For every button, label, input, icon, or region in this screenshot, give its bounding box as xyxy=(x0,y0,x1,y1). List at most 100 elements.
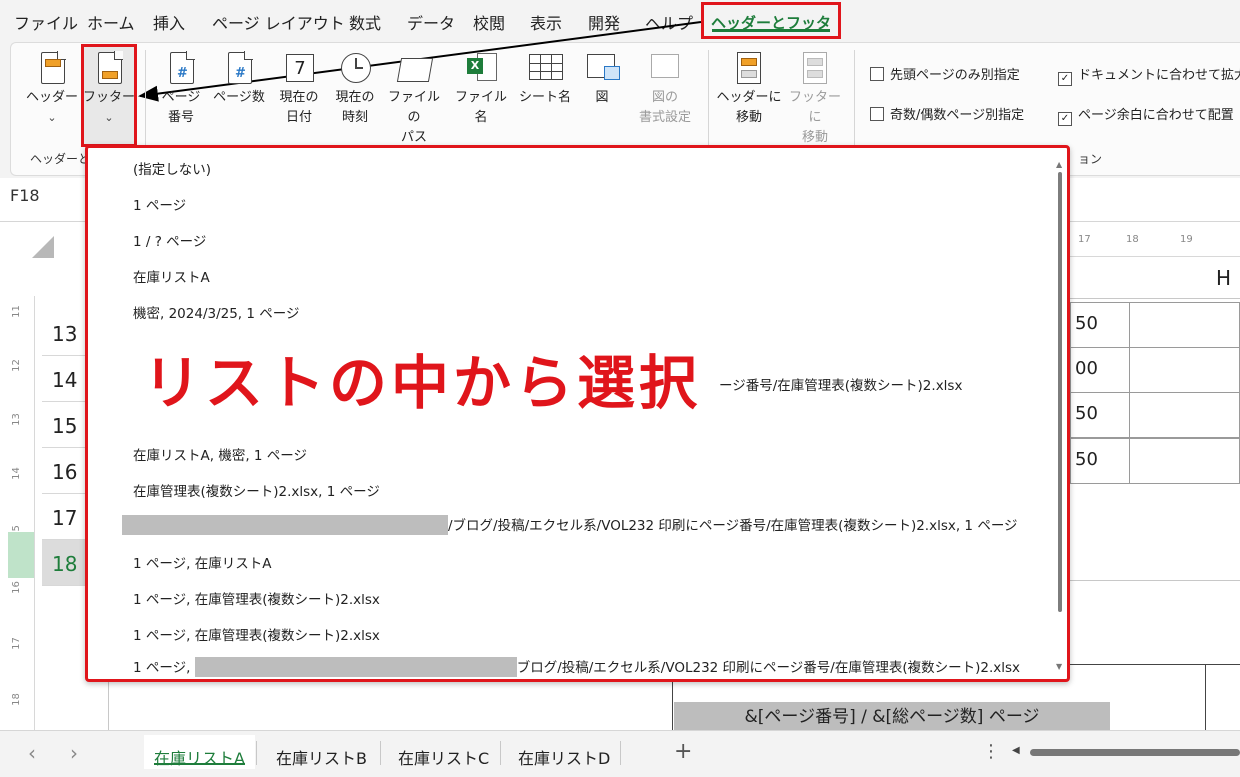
picture-button[interactable]: 図 xyxy=(580,50,624,108)
select-all-corner[interactable] xyxy=(32,236,54,258)
column-header-h[interactable]: H xyxy=(1216,266,1231,290)
page-number-label-1: ページ xyxy=(161,90,201,105)
dropdown-option[interactable]: 1 ページ, ブログ/投稿/エクセル系/VOL232 印刷にページ番号/在庫管理… xyxy=(133,656,1020,677)
sheet-tab-d[interactable]: 在庫リストD xyxy=(508,735,620,769)
tab-prev-icon[interactable]: ‹ xyxy=(28,741,36,765)
first-page-checkbox[interactable]: 先頭ページのみ別指定 xyxy=(870,64,1020,83)
sheet-tab-label: 在庫リストA xyxy=(154,749,245,768)
ruler-label: 11 xyxy=(10,305,22,318)
group-label-header-footer: ヘッダーと xyxy=(30,152,91,166)
picture-label: 図 xyxy=(595,90,609,105)
redacted-path xyxy=(122,515,448,535)
scale-doc-label: ドキュメントに合わせて拡大 xyxy=(1078,68,1240,83)
add-sheet-button[interactable]: + xyxy=(674,739,692,764)
goto-header-button[interactable]: ヘッダーに 移動 xyxy=(716,50,782,128)
sheet-grid-icon xyxy=(529,50,563,84)
dropdown-option[interactable]: /ブログ/投稿/エクセル系/VOL232 印刷にページ番号/在庫管理表(複数シー… xyxy=(122,514,1018,535)
sheet-tab-c[interactable]: 在庫リストC xyxy=(388,735,499,769)
tab-separator xyxy=(620,741,621,765)
checkbox-icon xyxy=(870,67,884,81)
dropdown-option[interactable]: ージ番号/在庫管理表(複数シート)2.xlsx xyxy=(719,374,962,394)
sheet-name-button[interactable]: シート名 xyxy=(516,50,574,108)
goto-header-label-1: ヘッダーに xyxy=(716,90,782,105)
dropdown-option[interactable]: (指定しない) xyxy=(133,158,211,178)
odd-even-label: 奇数/偶数ページ別指定 xyxy=(890,108,1025,123)
sheet-tab-label: 在庫リストC xyxy=(398,749,490,768)
file-name-button[interactable]: X ファイル名 xyxy=(450,50,512,128)
file-path-label-1: ファイルの xyxy=(387,90,440,125)
cell[interactable] xyxy=(1129,438,1240,484)
scale-doc-checkbox[interactable]: ✓ ドキュメントに合わせて拡大 xyxy=(1058,64,1240,86)
dropdown-option[interactable]: 在庫リストA xyxy=(133,266,210,286)
redacted-path xyxy=(194,657,517,677)
cell[interactable]: 50 xyxy=(1070,438,1130,484)
ribbon-separator xyxy=(854,50,855,160)
sheet-tab-a[interactable]: 在庫リストA xyxy=(144,735,255,769)
first-page-label: 先頭ページのみ別指定 xyxy=(890,68,1020,83)
current-date-label-1: 現在の xyxy=(279,90,319,105)
cell[interactable] xyxy=(1129,392,1240,438)
dropdown-scrollbar[interactable]: ▲ ▼ xyxy=(1056,160,1064,671)
sheet-tab-b[interactable]: 在庫リストB xyxy=(266,735,377,769)
sheet-tab-label: 在庫リストB xyxy=(276,749,367,768)
scrollbar-thumb[interactable] xyxy=(1058,172,1062,612)
sheet-name-label: シート名 xyxy=(518,90,571,105)
dropdown-option[interactable]: 在庫リストA, 機密, 1 ページ xyxy=(133,444,307,464)
ruler-label: 16 xyxy=(10,581,22,594)
dropdown-option[interactable]: 1 ページ, 在庫リストA xyxy=(133,552,271,572)
cell[interactable]: 00 xyxy=(1070,347,1130,393)
vertical-ruler: 11 12 13 14 15 16 17 18 xyxy=(0,296,35,736)
ruler-label: 18 xyxy=(1126,234,1139,245)
goto-footer-icon xyxy=(799,50,831,84)
more-options-icon[interactable]: ⋮ xyxy=(982,741,1000,762)
cell[interactable]: 50 xyxy=(1070,302,1130,348)
goto-header-label-2: 移動 xyxy=(735,110,762,125)
ruler-selection-marker xyxy=(8,532,34,578)
ruler-label: 14 xyxy=(10,467,22,480)
dropdown-option[interactable]: 在庫管理表(複数シート)2.xlsx, 1 ページ xyxy=(133,480,380,500)
cell[interactable]: 50 xyxy=(1070,392,1130,438)
tab-separator xyxy=(500,741,501,765)
picture-icon xyxy=(586,50,620,84)
ruler-label: 17 xyxy=(10,637,22,650)
dropdown-option[interactable]: 1 / ? ページ xyxy=(133,230,206,250)
dropdown-option[interactable]: 機密, 2024/3/25, 1 ページ xyxy=(133,302,300,322)
ribbon-separator xyxy=(708,50,709,160)
page-count-icon: # xyxy=(223,50,255,84)
dropdown-option[interactable]: 1 ページ xyxy=(133,194,186,214)
format-picture-label-1: 図の xyxy=(651,90,678,105)
page-count-label: ページ数 xyxy=(213,90,265,105)
column-header-row: H xyxy=(1070,258,1240,299)
footer-section-divider xyxy=(1205,665,1206,731)
scroll-down-arrow-icon[interactable]: ▼ xyxy=(1056,662,1062,671)
align-margins-checkbox[interactable]: ✓ ページ余白に合わせて配置 xyxy=(1058,104,1234,126)
goto-footer-button[interactable]: フッターに 移動 xyxy=(784,50,846,148)
file-name-label: ファイル名 xyxy=(454,90,507,125)
odd-even-checkbox[interactable]: 奇数/偶数ページ別指定 xyxy=(870,104,1024,123)
current-date-button[interactable]: 7 現在の 日付 xyxy=(274,50,324,128)
dropdown-option-text: 1 ページ, xyxy=(133,660,195,676)
current-time-button[interactable]: 現在の 時刻 xyxy=(330,50,380,128)
cell[interactable] xyxy=(1129,347,1240,393)
format-picture-button[interactable]: 図の 書式設定 xyxy=(630,50,700,128)
calendar-icon: 7 xyxy=(283,50,315,84)
scroll-up-arrow-icon[interactable]: ▲ xyxy=(1056,160,1062,169)
goto-header-icon xyxy=(733,50,765,84)
page-number-button[interactable]: # ページ 番号 xyxy=(158,50,204,128)
dropdown-option[interactable]: 1 ページ, 在庫管理表(複数シート)2.xlsx xyxy=(133,624,380,644)
ruler-label: 12 xyxy=(10,359,22,372)
checkmark-icon: ✓ xyxy=(1058,72,1072,86)
cell[interactable] xyxy=(1129,302,1240,348)
align-margins-label: ページ余白に合わせて配置 xyxy=(1078,108,1234,123)
dropdown-option[interactable]: 1 ページ, 在庫管理表(複数シート)2.xlsx xyxy=(133,588,380,608)
active-tab-underline xyxy=(154,763,245,765)
file-path-button[interactable]: ファイルの パス xyxy=(384,50,444,148)
checkmark-icon: ✓ xyxy=(1058,112,1072,126)
page-count-button[interactable]: # ページ数 xyxy=(210,50,268,108)
scroll-left-arrow-icon[interactable]: ◀ xyxy=(1012,745,1020,756)
tab-next-icon[interactable]: › xyxy=(70,741,78,765)
horizontal-scrollbar-thumb[interactable] xyxy=(1030,749,1240,756)
footer-preview-text[interactable]: &[ページ番号] / &[総ページ数] ページ xyxy=(674,702,1110,730)
name-box[interactable]: F18 xyxy=(10,186,80,214)
horizontal-ruler: 17 18 19 xyxy=(1070,228,1240,257)
